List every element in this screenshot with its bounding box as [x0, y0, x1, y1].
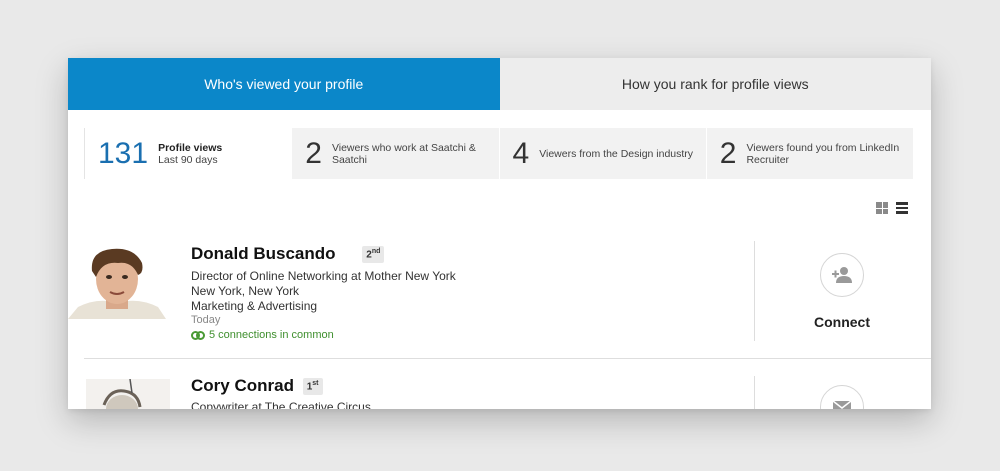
row-divider: [754, 376, 755, 409]
stat-number: 2: [305, 136, 322, 170]
viewer-name[interactable]: Cory Conrad 1st: [191, 376, 323, 396]
row-divider: [754, 241, 755, 341]
degree-suffix: nd: [371, 248, 381, 256]
list-divider: [84, 358, 931, 359]
stat-label: Viewers who work at Saatchi & Saatchi: [331, 141, 476, 166]
stat-title: Profile views: [158, 141, 223, 154]
viewed-time: Today: [191, 314, 221, 326]
connect-button[interactable]: Connect: [814, 314, 870, 330]
connections-in-common-text: 5 connections in common: [209, 329, 334, 341]
stat-label: Profile views Last 90 days: [158, 142, 222, 166]
avatar[interactable]: [68, 245, 166, 319]
list-view-icon[interactable]: [896, 202, 908, 214]
tab-whos-viewed[interactable]: Who's viewed your profile: [68, 58, 500, 110]
profile-views-panel: Who's viewed your profile How you rank f…: [68, 58, 931, 409]
viewer-industry: Marketing & Advertising: [191, 299, 318, 313]
viewer-location: New York, New York: [191, 284, 300, 298]
stat-label: Viewers found you from LinkedIn Recruite…: [746, 141, 900, 166]
avatar[interactable]: [86, 379, 170, 409]
tab-how-you-rank[interactable]: How you rank for profile views: [499, 58, 931, 110]
stat-saatchi-viewers[interactable]: 2 Viewers who work at Saatchi & Saatchi: [292, 128, 499, 179]
connections-in-common-icon: [191, 330, 205, 340]
stat-number: 2: [719, 136, 737, 170]
viewer-row: Cory Conrad 1st Copywriter at The Creati…: [68, 376, 931, 409]
add-connection-button[interactable]: [820, 253, 864, 297]
stat-number: 4: [512, 136, 530, 170]
view-toggles: [876, 202, 908, 214]
grid-view-icon[interactable]: [876, 202, 888, 214]
stat-label: Viewers from the Design industry: [539, 147, 694, 160]
stat-number: 131: [98, 136, 149, 170]
viewer-name-text: Cory Conrad: [191, 376, 294, 395]
tab-bar: Who's viewed your profile How you rank f…: [68, 58, 931, 110]
connection-degree-badge: 2nd: [362, 246, 385, 263]
stat-recruiter-viewers[interactable]: 2 Viewers found you from LinkedIn Recrui…: [706, 128, 913, 179]
send-message-button[interactable]: [820, 385, 864, 409]
add-connection-icon: [832, 267, 852, 283]
degree-suffix: st: [312, 380, 319, 388]
stat-profile-views[interactable]: 131 Profile views Last 90 days: [84, 128, 292, 179]
viewer-row: Donald Buscando 2nd Director of Online N…: [68, 241, 931, 359]
viewer-title: Director of Online Networking at Mother …: [191, 269, 456, 283]
viewer-title: Copywriter at The Creative Circus: [191, 400, 371, 409]
viewer-name[interactable]: Donald Buscando 2nd: [191, 244, 385, 264]
stat-sublabel: Last 90 days: [158, 153, 218, 166]
connections-in-common-link[interactable]: 5 connections in common: [191, 329, 334, 341]
connection-degree-badge: 1st: [302, 378, 323, 395]
stat-design-viewers[interactable]: 4 Viewers from the Design industry: [499, 128, 706, 179]
viewer-name-text: Donald Buscando: [191, 244, 336, 263]
message-icon: [833, 400, 851, 409]
stats-row: 131 Profile views Last 90 days 2 Viewers…: [84, 128, 913, 179]
